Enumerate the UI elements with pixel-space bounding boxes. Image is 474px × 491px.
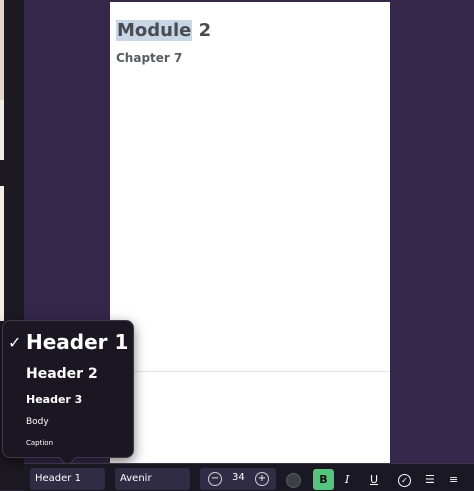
edge-fragment — [0, 100, 4, 160]
edge-fragment — [0, 0, 4, 100]
document-subtitle[interactable]: Chapter 7 — [116, 51, 182, 65]
text-color-swatch[interactable] — [286, 473, 301, 488]
font-family-select[interactable]: Avenir — [115, 468, 190, 490]
italic-button[interactable]: I — [345, 473, 349, 486]
document-title[interactable]: Module 2 — [116, 19, 211, 43]
text-style-select[interactable]: Header 1 — [30, 468, 105, 490]
decrease-size-icon[interactable]: − — [208, 472, 222, 486]
document-page[interactable]: Module 2 Chapter 7 — [110, 2, 390, 482]
menu-item-header-2[interactable]: Header 2 — [26, 366, 98, 382]
font-size-value[interactable]: 34 — [232, 472, 245, 483]
title-rest[interactable]: 2 — [192, 20, 212, 41]
menu-item-header-1[interactable]: Header 1 — [26, 330, 128, 354]
numbered-list-icon[interactable]: ≡ — [449, 473, 458, 486]
check-circle-icon[interactable]: ✓ — [398, 474, 411, 487]
selected-check-icon: ✓ — [8, 333, 22, 352]
increase-size-icon[interactable]: + — [255, 472, 269, 486]
page-divider — [110, 371, 390, 372]
menu-item-caption[interactable]: Caption — [26, 439, 53, 447]
underline-button[interactable]: U — [370, 473, 378, 486]
menu-item-body[interactable]: Body — [26, 417, 49, 427]
menu-item-header-3[interactable]: Header 3 — [26, 393, 82, 406]
bold-button[interactable]: B — [313, 469, 334, 490]
edge-fragment — [0, 186, 4, 321]
bullet-list-icon[interactable]: ☰ — [425, 473, 435, 486]
title-selection[interactable]: Module — [116, 20, 193, 41]
